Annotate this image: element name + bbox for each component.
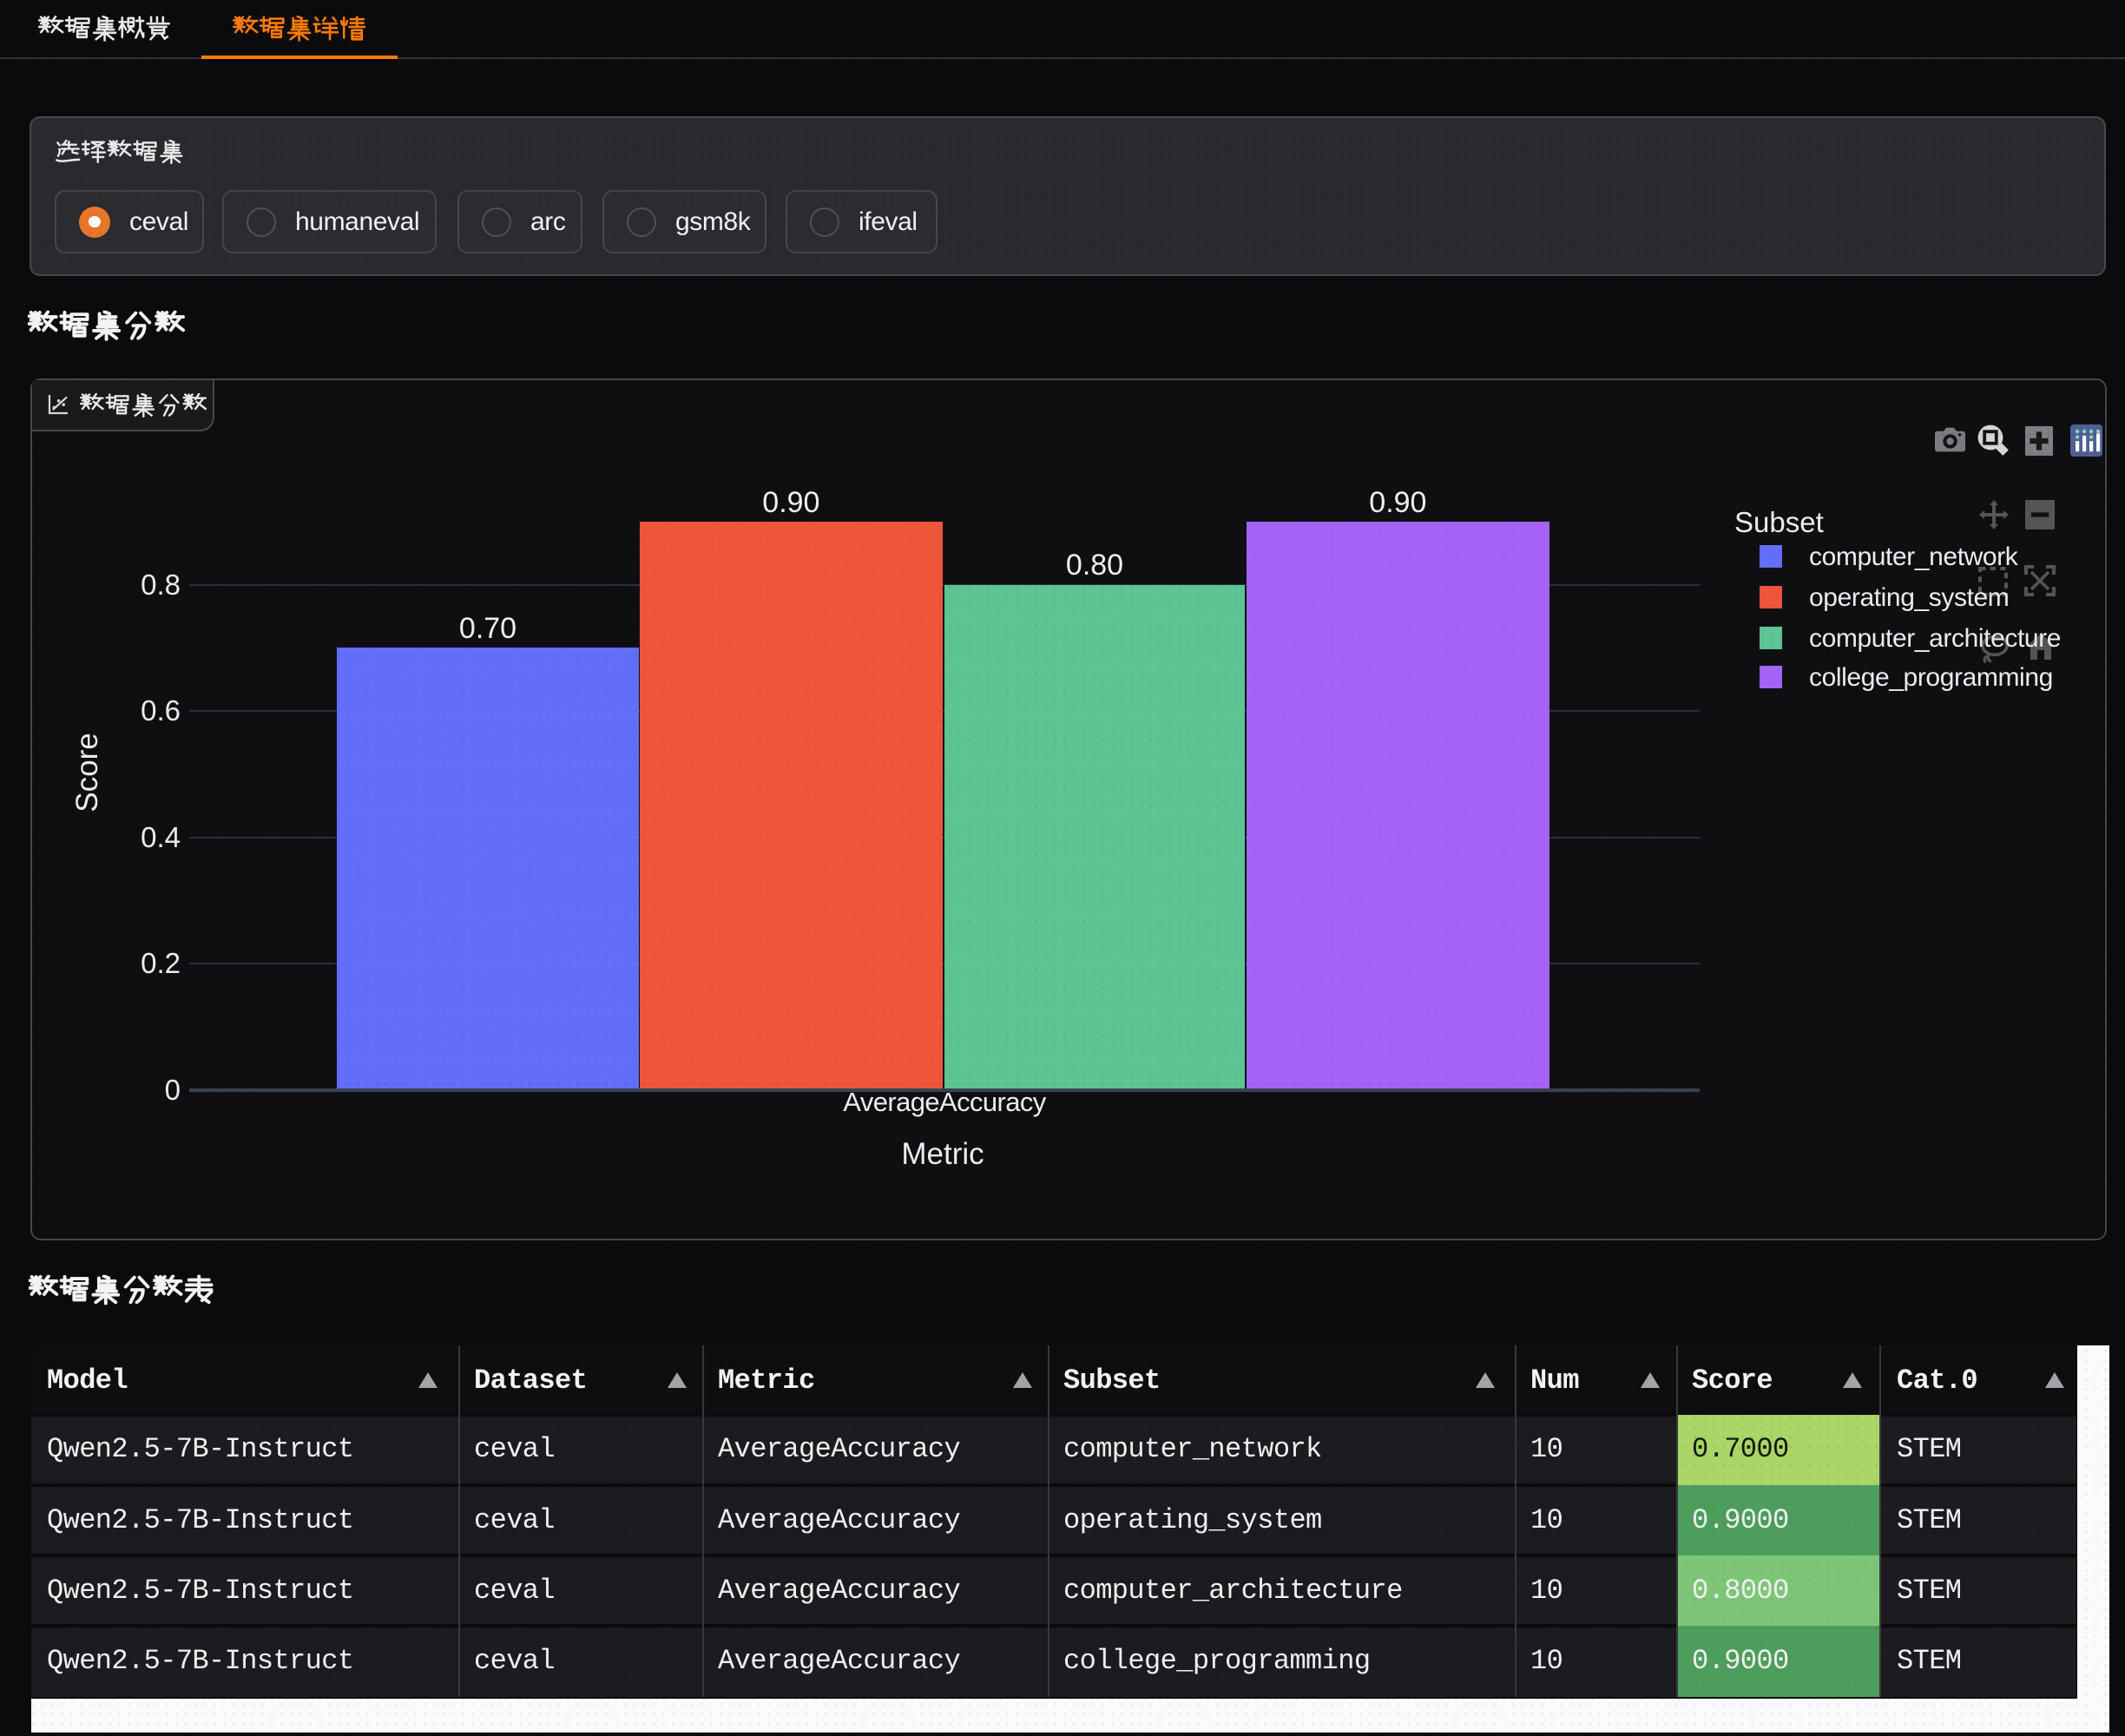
svg-text:0.8: 0.8	[141, 569, 181, 601]
svg-text:0.80: 0.80	[1066, 549, 1123, 582]
svg-text:computer_network: computer_network	[1809, 542, 2019, 571]
svg-text:Score: Score	[70, 733, 104, 812]
svg-text:0.70: 0.70	[459, 612, 516, 645]
svg-text:0.2: 0.2	[141, 947, 181, 979]
svg-text:college_programming: college_programming	[1809, 663, 2053, 692]
svg-text:0.90: 0.90	[1369, 486, 1426, 519]
svg-text:0: 0	[165, 1074, 181, 1106]
svg-text:0.6: 0.6	[141, 694, 181, 727]
svg-text:0.4: 0.4	[141, 821, 181, 853]
svg-text:AverageAccuracy: AverageAccuracy	[843, 1087, 1046, 1117]
svg-text:operating_system: operating_system	[1809, 583, 2009, 612]
svg-text:Subset: Subset	[1734, 506, 1824, 538]
svg-text:computer_architecture: computer_architecture	[1809, 624, 2061, 653]
svg-text:Metric: Metric	[901, 1137, 984, 1171]
svg-text:0.90: 0.90	[762, 486, 819, 519]
